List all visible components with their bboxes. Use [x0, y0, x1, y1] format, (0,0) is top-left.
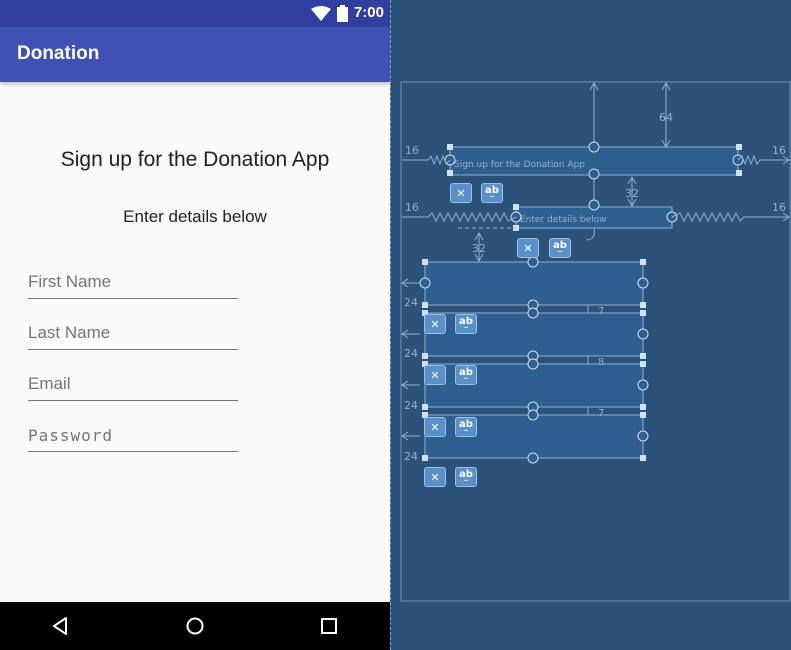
clear-constraints-button[interactable]: ✕ [424, 417, 446, 437]
clear-icon: ✕ [430, 471, 440, 484]
field-margin-label-2: 24 [404, 347, 418, 360]
back-icon[interactable] [49, 614, 73, 638]
first-name-widget [401, 256, 649, 311]
baseline-button[interactable]: ab ‾ [455, 417, 477, 438]
password-field[interactable] [28, 419, 238, 452]
page-subtitle: Enter details below [123, 207, 267, 226]
app-bar: Donation [0, 27, 390, 82]
device-preview: 7:00 Donation Sign up for the Donation A… [0, 0, 390, 650]
clear-icon: ✕ [523, 242, 533, 255]
margin-right-sub-label: 16 [772, 201, 786, 214]
baseline-button[interactable]: ab ‾ [455, 365, 477, 386]
home-icon[interactable] [183, 614, 207, 638]
form-content: Sign up for the Donation App Enter detai… [0, 82, 390, 602]
status-time: 7:00 [353, 4, 384, 21]
clear-constraints-button[interactable]: ✕ [424, 467, 446, 487]
recents-icon[interactable] [317, 614, 341, 638]
wifi-icon [311, 6, 331, 21]
baseline-button[interactable]: ab ‾ [481, 183, 503, 204]
navigation-bar [0, 602, 390, 650]
baseline-button[interactable]: ab ‾ [455, 314, 477, 335]
blueprint-view: 64 Sign up for the Donation App 16 16 32… [400, 0, 791, 650]
margin-right-top-label: 16 [772, 144, 786, 157]
field-margin-label-3: 24 [404, 399, 418, 412]
clear-constraints-button[interactable]: ✕ [517, 238, 539, 258]
margin-left-sub-label: 16 [405, 201, 419, 214]
clear-constraints-button[interactable]: ✕ [450, 183, 472, 203]
clear-icon: ✕ [430, 318, 440, 331]
gap-label-2: 8 [598, 357, 604, 368]
clear-constraints-button[interactable]: ✕ [424, 365, 446, 385]
field-margin-label-1: 24 [404, 296, 418, 309]
clear-icon: ✕ [456, 187, 466, 200]
margin-left-top-label: 16 [405, 144, 419, 157]
clear-icon: ✕ [430, 369, 440, 382]
heading-widget-label: Sign up for the Donation App [454, 160, 585, 170]
gap-label-3: 7 [598, 408, 604, 419]
baseline-button[interactable]: ab ‾ [549, 238, 571, 259]
app-title: Donation [17, 43, 100, 64]
clear-icon: ✕ [430, 421, 440, 434]
baseline-button[interactable]: ab ‾ [455, 467, 477, 488]
gap-label-1: 7 [598, 306, 604, 317]
page-title: Sign up for the Donation App [60, 148, 330, 171]
margin-between-label: 32 [625, 187, 639, 200]
margin-top-label: 64 [659, 111, 673, 124]
last-name-field[interactable] [28, 317, 238, 350]
battery-icon [337, 5, 348, 22]
status-bar: 7:00 [0, 0, 390, 27]
subheading-widget-label: Enter details below [520, 215, 606, 225]
first-name-field[interactable] [28, 266, 238, 299]
margin-fields-top-label: 32 [472, 242, 486, 255]
email-field[interactable] [28, 368, 238, 401]
field-margin-label-4: 24 [404, 450, 418, 463]
clear-constraints-button[interactable]: ✕ [424, 314, 446, 334]
panel-divider [390, 0, 400, 650]
